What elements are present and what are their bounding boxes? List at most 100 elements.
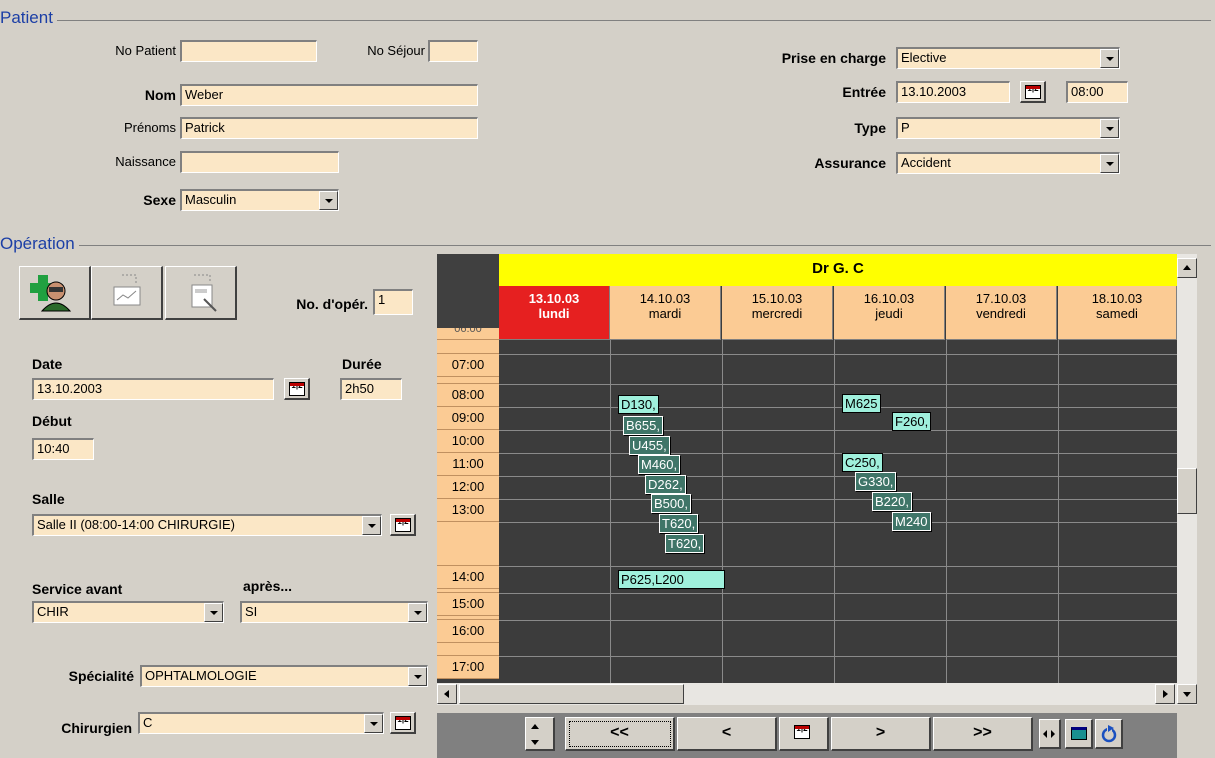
service-avant-select[interactable]: CHIR [32,601,224,623]
date-calendar-button[interactable]: 1|2 [284,378,310,400]
operation-block[interactable]: M460, [638,455,681,474]
chevron-down-icon[interactable] [364,714,383,733]
service-apres-value: SI [245,604,258,619]
operation-block[interactable]: F260, [892,412,932,431]
grid-line [499,407,1177,408]
no-oper-field[interactable]: 1 [373,289,413,315]
spin-down-icon[interactable] [526,733,553,748]
assurance-label: Assurance [814,155,886,171]
day-header[interactable]: 17.10.03 vendredi [946,286,1057,340]
chart-button[interactable] [91,266,163,320]
next-week-button[interactable]: > [831,717,931,751]
refresh-button[interactable] [1095,719,1123,749]
operation-block[interactable]: D130, [618,395,659,414]
salle-select[interactable]: Salle II (08:00-14:00 CHIRURGIE) [32,514,382,536]
hour-label: 17:00 [437,656,499,679]
naissance-field[interactable] [180,151,339,173]
no-oper-label: No. d'opér. [296,296,368,312]
no-sejour-label: No Séjour [367,43,425,58]
specialite-select[interactable]: OPHTALMOLOGIE [140,665,428,687]
scroll-left-button[interactable] [437,684,457,704]
entree-time-field[interactable]: 08:00 [1066,81,1128,103]
spin-button[interactable] [525,717,555,751]
weekly-planner[interactable]: 06:00 Dr G. C 13.10.03 lundi 14.10.03 ma… [437,254,1177,683]
operation-block[interactable]: P625,L200 [618,570,725,589]
operation-block[interactable]: T620, [659,514,699,533]
calendar-icon: 1|2 [289,382,305,396]
operation-block[interactable]: D262, [645,475,686,494]
spin-up-icon[interactable] [526,718,553,733]
duree-field[interactable]: 2h50 [340,378,402,400]
debut-field[interactable]: 10:40 [32,438,94,460]
chirurgien-select[interactable]: C [138,712,384,734]
operation-block[interactable]: B655, [623,416,663,435]
entree-calendar-button[interactable]: 1|2 [1020,81,1046,103]
prenoms-field[interactable]: Patrick [180,117,478,139]
operation-block[interactable]: G330, [855,472,897,491]
planner-horizontal-scrollbar[interactable] [437,683,1197,705]
chevron-down-icon[interactable] [1100,119,1119,138]
type-select[interactable]: P [896,117,1120,139]
entree-date-field[interactable]: 13.10.2003 [896,81,1010,103]
scroll-thumb[interactable] [459,684,684,704]
chirurgien-calendar-button[interactable]: 1|2 [390,712,416,734]
first-week-button[interactable]: << [565,717,675,751]
prise-en-charge-select[interactable]: Elective [896,47,1120,69]
last-week-button[interactable]: >> [933,717,1033,751]
scroll-right-button[interactable] [1155,684,1175,704]
scroll-down-button[interactable] [1177,684,1197,704]
scroll-thumb[interactable] [1177,468,1197,514]
operation-block[interactable]: C250, [842,453,883,472]
operation-block[interactable]: U455, [629,436,670,455]
no-sejour-field[interactable] [428,40,478,62]
operation-block[interactable]: T620, [665,534,705,553]
operation-block[interactable]: M240 [892,512,931,531]
operation-group-title: Opération [0,234,79,254]
no-patient-field[interactable] [180,40,317,62]
chevron-down-icon[interactable] [1100,154,1119,173]
previous-week-button[interactable]: < [677,717,777,751]
date-field[interactable]: 13.10.2003 [32,378,274,400]
hour-label-filler [437,340,499,354]
day-header[interactable]: 13.10.03 lundi [499,286,610,340]
day-header[interactable]: 14.10.03 mardi [610,286,721,340]
sexe-select[interactable]: Masculin [180,189,339,211]
day-header[interactable]: 18.10.03 samedi [1058,286,1177,340]
sexe-label: Sexe [143,192,176,208]
calendar-button[interactable]: 1|2 [779,717,829,751]
chevron-down-icon[interactable] [319,191,338,210]
service-apres-select[interactable]: SI [240,601,428,623]
small-scroll-button[interactable] [1039,719,1061,749]
nom-field[interactable]: Weber [180,84,478,106]
service-avant-label: Service avant [32,581,123,597]
calendar-icon-text: 1|2 [794,725,810,739]
debut-label: Début [32,413,72,429]
service-avant-value: CHIR [37,604,69,619]
operation-block[interactable]: B220, [872,492,912,511]
window-view-button[interactable] [1065,719,1093,749]
grid-line [499,620,1177,621]
operation-block[interactable]: M625 [842,394,881,413]
prenoms-label: Prénoms [123,120,176,135]
chevron-down-icon[interactable] [362,516,381,535]
chevron-down-icon[interactable] [204,603,223,622]
assurance-select[interactable]: Accident [896,152,1120,174]
naissance-label: Naissance [115,154,176,169]
day-header[interactable]: 16.10.03 jeudi [834,286,945,340]
surgeon-button[interactable] [19,266,91,320]
chevron-down-icon[interactable] [408,667,427,686]
salle-calendar-button[interactable]: 1|2 [390,514,416,536]
operation-block[interactable]: B500, [651,494,691,513]
scroll-up-button[interactable] [1177,258,1197,278]
calendar-icon: 1|2 [395,716,411,730]
grid-line [499,384,1177,385]
planner-vertical-scrollbar[interactable] [1177,254,1197,683]
refresh-icon [1101,725,1117,743]
hour-label: 10:00 [437,430,499,453]
chevron-down-icon[interactable] [408,603,427,622]
grid-line [499,566,1177,567]
hour-label-filler [437,377,499,384]
chevron-down-icon[interactable] [1100,49,1119,68]
document-edit-button[interactable] [165,266,237,320]
day-header[interactable]: 15.10.03 mercredi [722,286,833,340]
